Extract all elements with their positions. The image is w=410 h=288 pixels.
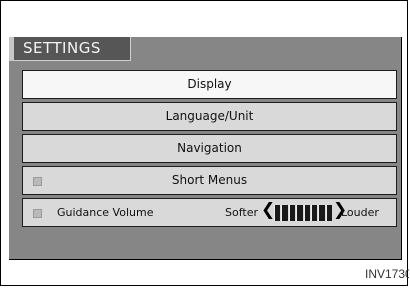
menu-item-label: Short Menus <box>171 173 248 187</box>
volume-segment <box>318 205 325 221</box>
settings-menu: Display Language/Unit Navigation Short M… <box>22 70 397 229</box>
menu-item-navigation[interactable]: Navigation <box>22 134 397 163</box>
screen-title: SETTINGS <box>23 39 101 57</box>
title-accent <box>9 37 14 61</box>
louder-label: Louder <box>341 206 379 219</box>
menu-item-display[interactable]: Display <box>22 70 397 99</box>
menu-item-label: Language/Unit <box>165 109 254 123</box>
volume-level-bar[interactable] <box>274 205 332 221</box>
guidance-volume-row[interactable]: Guidance Volume Softer ❮ ❯ Louder <box>22 198 397 227</box>
menu-item-label: Navigation <box>177 141 242 155</box>
figure-frame: SETTINGS Display Language/Unit Navigatio… <box>0 0 409 286</box>
menu-item-language-unit[interactable]: Language/Unit <box>22 102 397 131</box>
toggle-indicator <box>33 209 42 218</box>
guidance-volume-label: Guidance Volume <box>57 206 154 219</box>
menu-item-label: Display <box>187 77 232 91</box>
volume-segment <box>281 205 288 221</box>
softer-label: Softer <box>225 206 258 219</box>
figure-caption: INV1730 <box>365 267 409 281</box>
volume-segment <box>288 205 296 221</box>
volume-segment <box>274 205 281 221</box>
volume-segment <box>325 205 332 221</box>
title-bar: SETTINGS <box>9 37 131 61</box>
volume-segment <box>303 205 310 221</box>
volume-segment <box>296 205 303 221</box>
volume-segment <box>310 205 318 221</box>
menu-item-short-menus[interactable]: Short Menus <box>22 166 397 195</box>
settings-screen: SETTINGS Display Language/Unit Navigatio… <box>9 37 402 260</box>
